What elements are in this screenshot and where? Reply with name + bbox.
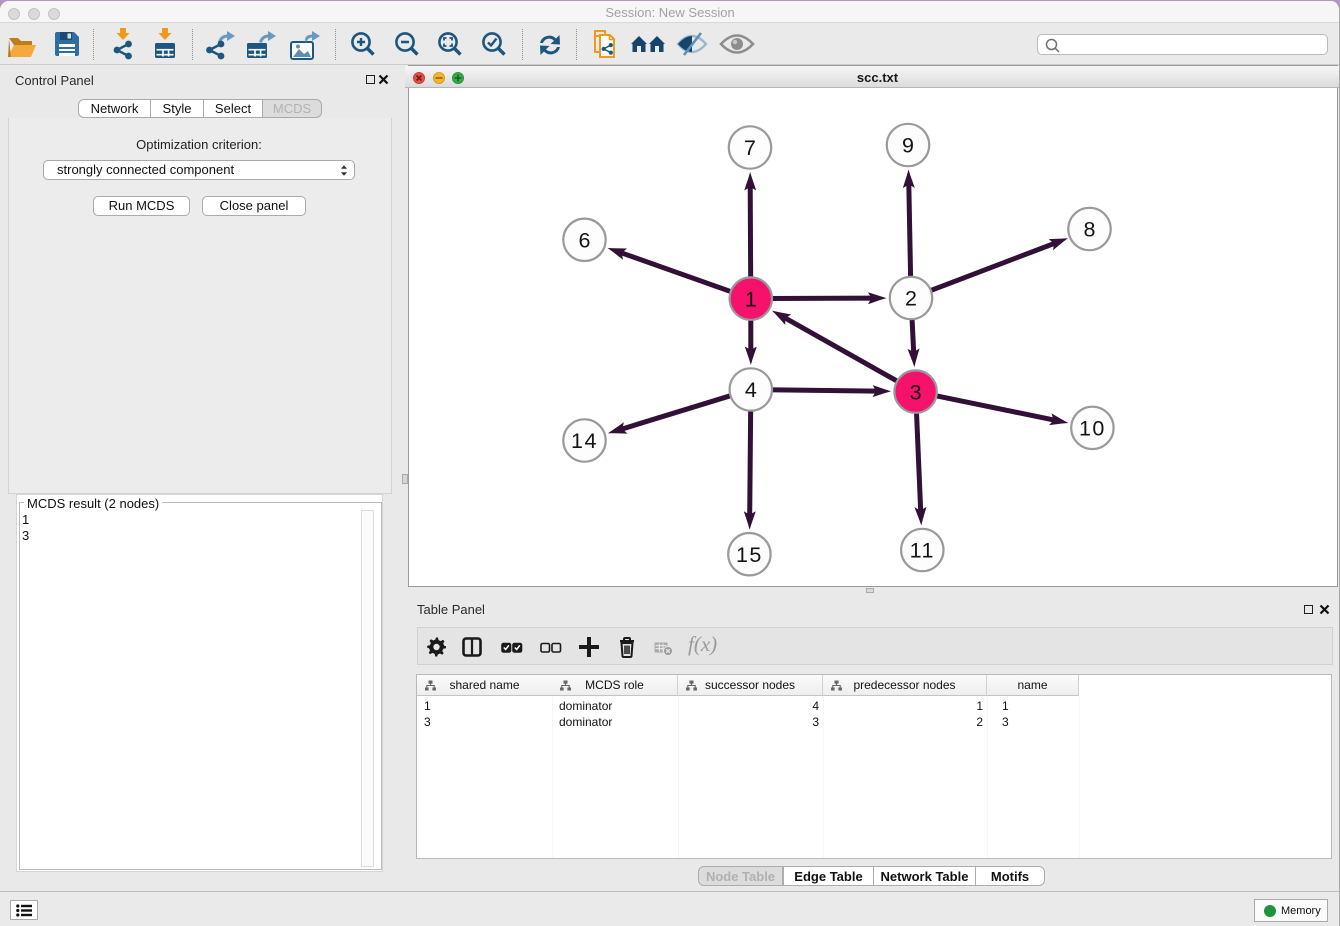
svg-text:11: 11 <box>910 539 935 563</box>
svg-text:15: 15 <box>736 543 763 567</box>
svg-text:7: 7 <box>744 136 756 160</box>
svg-text:2: 2 <box>905 287 917 311</box>
svg-text:8: 8 <box>1084 218 1096 242</box>
svg-text:9: 9 <box>902 134 914 158</box>
svg-text:4: 4 <box>745 378 757 402</box>
svg-text:10: 10 <box>1079 417 1106 441</box>
svg-text:6: 6 <box>579 229 591 253</box>
svg-text:14: 14 <box>571 429 598 453</box>
svg-text:3: 3 <box>910 380 922 404</box>
svg-text:1: 1 <box>745 287 757 311</box>
